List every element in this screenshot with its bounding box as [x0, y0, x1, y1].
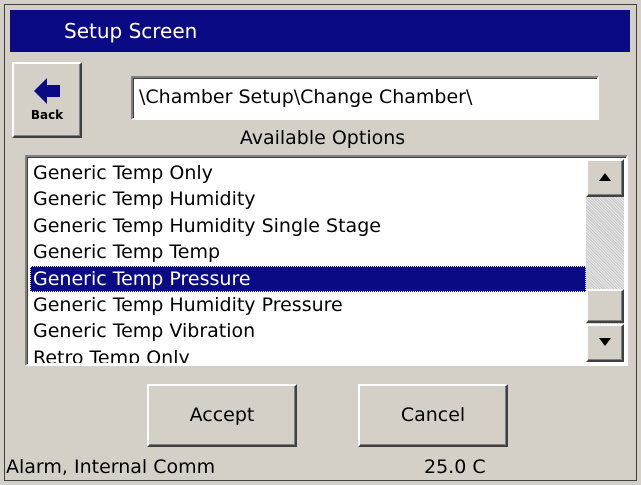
- options-listbox[interactable]: Generic Temp Only Generic Temp Humidity Ge…: [25, 155, 628, 366]
- list-item[interactable]: Generic Temp Only: [30, 160, 586, 186]
- scroll-down-button[interactable]: [586, 324, 624, 362]
- scroll-up-button[interactable]: [586, 159, 624, 197]
- list-item[interactable]: Generic Temp Humidity Single Stage: [30, 213, 586, 239]
- title-bar: Setup Screen: [10, 10, 630, 52]
- cancel-button[interactable]: Cancel: [358, 384, 508, 447]
- window-title: Setup Screen: [64, 19, 198, 43]
- options-list: Generic Temp Only Generic Temp Humidity Ge…: [30, 160, 586, 363]
- back-label: Back: [30, 108, 64, 122]
- list-item[interactable]: Generic Temp Humidity: [30, 186, 586, 212]
- list-item[interactable]: Generic Temp Vibration: [30, 318, 586, 344]
- status-message: Alarm, Internal Comm: [6, 456, 216, 478]
- accept-button[interactable]: Accept: [147, 384, 297, 447]
- list-item[interactable]: Retro Temp Only: [30, 345, 586, 363]
- list-item[interactable]: Generic Temp Humidity Pressure: [30, 292, 586, 318]
- status-temperature: 25.0 C: [424, 456, 486, 478]
- path-field: \Chamber Setup\Change Chamber\: [131, 76, 599, 120]
- list-item[interactable]: Generic Temp Pressure: [30, 265, 586, 292]
- scroll-thumb[interactable]: [586, 289, 624, 323]
- triangle-down-icon: [599, 338, 611, 346]
- left-arrow-icon: [34, 78, 60, 104]
- list-item[interactable]: Generic Temp Temp: [30, 239, 586, 265]
- available-options-label: Available Options: [239, 127, 406, 149]
- triangle-up-icon: [599, 173, 611, 181]
- vertical-scrollbar[interactable]: [586, 159, 624, 362]
